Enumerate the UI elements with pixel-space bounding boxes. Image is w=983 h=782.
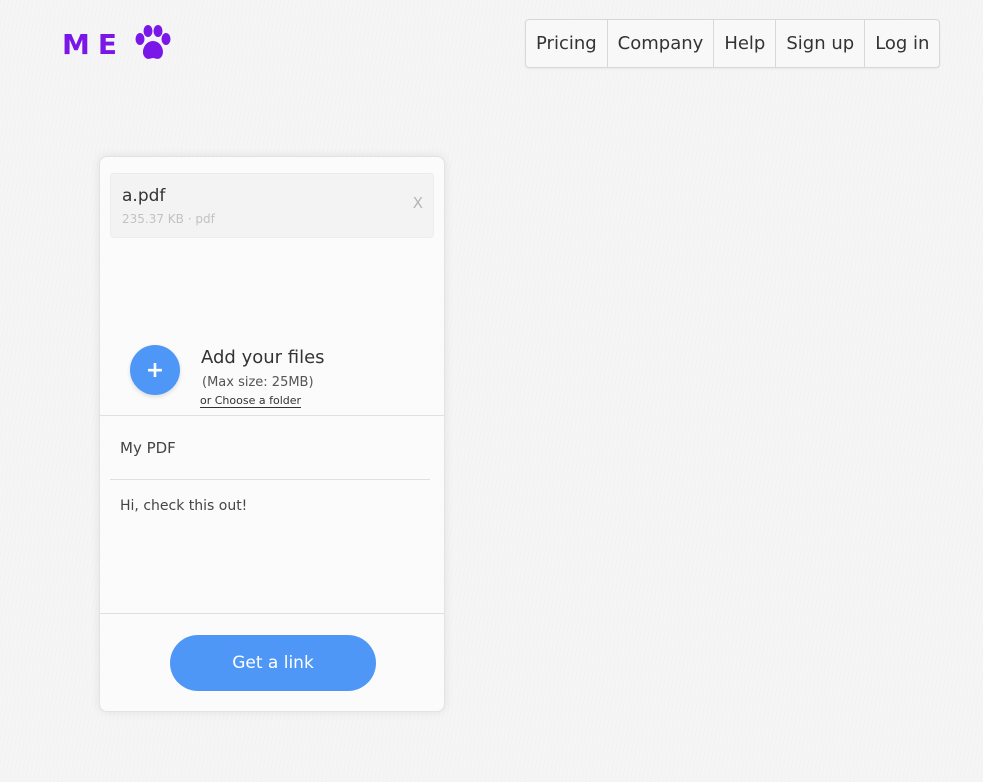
nav-sign-up[interactable]: Sign up xyxy=(776,20,866,67)
transfer-card: a.pdf 235.37 KB · pdf X + Add your files… xyxy=(99,156,445,712)
nav-log-in[interactable]: Log in xyxy=(865,20,939,67)
page: ME Pricing Company Help Sign up Log in a… xyxy=(0,0,983,782)
file-name: a.pdf xyxy=(122,186,166,206)
logo-text: ME xyxy=(62,27,125,61)
nav-pricing[interactable]: Pricing xyxy=(526,20,608,67)
logo[interactable]: ME xyxy=(62,24,173,64)
paw-icon xyxy=(133,24,173,64)
divider xyxy=(100,415,444,416)
uploaded-file-item: a.pdf 235.37 KB · pdf X xyxy=(110,173,434,238)
nav-help[interactable]: Help xyxy=(714,20,777,67)
nav-company[interactable]: Company xyxy=(608,20,715,67)
choose-folder-link[interactable]: or Choose a folder xyxy=(200,394,302,408)
add-files-area: + Add your files (Max size: 25MB) or Cho… xyxy=(130,345,430,415)
message-field[interactable]: Hi, check this out! xyxy=(120,498,430,598)
title-field[interactable] xyxy=(120,433,430,463)
file-meta: 235.37 KB · pdf xyxy=(122,212,215,226)
add-files-title[interactable]: Add your files xyxy=(201,347,325,368)
plus-icon: + xyxy=(145,357,165,383)
divider xyxy=(100,613,444,614)
top-nav: Pricing Company Help Sign up Log in xyxy=(525,19,941,68)
get-link-button[interactable]: Get a link xyxy=(170,635,376,691)
add-files-button[interactable]: + xyxy=(130,345,180,395)
max-size-label: (Max size: 25MB) xyxy=(202,375,314,390)
divider xyxy=(110,479,430,480)
remove-file-button[interactable]: X xyxy=(413,194,423,212)
